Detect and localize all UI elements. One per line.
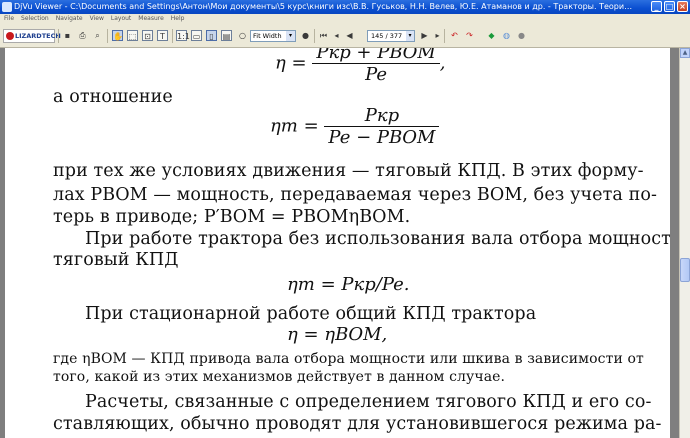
document-page: η = Pкр + PВОМ Pe , а отношение ηт = Pкр… xyxy=(5,48,670,438)
hand-tool-icon[interactable]: ✋ xyxy=(112,30,123,41)
toolbar: LIZARDTECH ▪ ⎙ ⌕ ✋ ⬚ ⊡ T 1:1 ▭ ▯ ▤ ○ Fit… xyxy=(0,24,690,48)
toolbar-separator xyxy=(444,29,445,43)
close-button[interactable]: × xyxy=(677,1,688,12)
menu-layout[interactable]: Layout xyxy=(111,14,131,24)
zoom-in-icon[interactable]: ● xyxy=(300,30,311,41)
zoom-select-icon[interactable]: ⊡ xyxy=(142,30,153,41)
text-line: терь в приводе; P′ВОМ = PВОМηВОМ. xyxy=(53,207,411,227)
toolbar-separator xyxy=(172,29,173,43)
text-line: при тех же условиях движения — тяговый К… xyxy=(53,161,644,181)
text-line: тяговый КПД xyxy=(53,250,179,270)
save-icon[interactable]: ▪ xyxy=(62,30,73,41)
formula-lhs: η = xyxy=(275,52,307,74)
previous-screen-icon[interactable]: ◀ xyxy=(344,30,355,41)
fit-page-icon[interactable]: ▭ xyxy=(191,30,202,41)
formula-total-efficiency: η = Pкр + PВОМ Pe , xyxy=(275,48,446,85)
next-page-icon[interactable]: ▸ xyxy=(432,30,443,41)
formula-traction-efficiency-no-pto: ηт = Pкр/Pe. xyxy=(287,274,410,295)
window-title: DjVu Viewer - C:\Documents and Settings\… xyxy=(14,2,634,11)
formula-stationary-efficiency: η = ηВОМ, xyxy=(287,324,388,345)
lizardtech-logo-icon xyxy=(6,32,14,40)
menu-measure[interactable]: Measure xyxy=(138,14,164,24)
actual-size-icon[interactable]: 1:1 xyxy=(176,30,190,41)
info-icon[interactable]: ◍ xyxy=(501,30,512,41)
maximize-button[interactable]: □ xyxy=(664,1,675,12)
minimize-button[interactable]: _ xyxy=(651,1,662,12)
fraction-denominator: Pe xyxy=(365,64,388,85)
rotate-right-icon[interactable]: ↷ xyxy=(464,30,475,41)
menu-bar: File Selection Navigate View Layout Meas… xyxy=(0,14,690,24)
menu-navigate[interactable]: Navigate xyxy=(56,14,83,24)
formula-traction-efficiency: ηт = Pкр Pe − PВОМ xyxy=(270,105,440,148)
zoom-dropdown[interactable]: Fit Width ▾ xyxy=(250,30,296,42)
djvu-app-icon xyxy=(2,2,12,12)
fit-width-icon[interactable]: ▯ xyxy=(206,30,217,41)
menu-help[interactable]: Help xyxy=(171,14,185,24)
logo-text: LIZARDTECH xyxy=(15,32,61,40)
vertical-scrollbar[interactable]: ▲ xyxy=(679,48,690,438)
text-line: Расчеты, связанные с определением тягово… xyxy=(85,392,652,412)
page-number-field[interactable]: 145 / 377 ▾ xyxy=(367,30,415,42)
select-region-icon[interactable]: ⬚ xyxy=(127,30,138,41)
toolbar-separator xyxy=(58,29,59,43)
continuous-layout-icon[interactable]: ▤ xyxy=(221,30,232,41)
text-line: лах PВОМ — мощность, передаваемая через … xyxy=(53,185,657,205)
page-number-value: 145 / 377 xyxy=(371,32,403,40)
find-icon[interactable]: ⌕ xyxy=(92,30,103,41)
menu-file[interactable]: File xyxy=(4,14,14,24)
help-icon[interactable]: ● xyxy=(516,30,527,41)
scroll-up-icon[interactable]: ▲ xyxy=(680,48,690,58)
fraction: Pкр Pe − PВОМ xyxy=(324,105,440,148)
text-line: того, какой из этих механизмов действует… xyxy=(53,369,506,385)
toolbar-separator xyxy=(107,29,108,43)
text-line: где ηВОМ — КПД привода вала отбора мощно… xyxy=(53,351,644,367)
zoom-value: Fit Width xyxy=(253,32,282,40)
title-bar: DjVu Viewer - C:\Documents and Settings\… xyxy=(0,0,690,14)
chevron-down-icon[interactable]: ▾ xyxy=(406,31,414,41)
text-line: а отношение xyxy=(53,87,173,107)
previous-page-icon[interactable]: ◂ xyxy=(331,30,342,41)
text-line: При работе трактора без использования ва… xyxy=(85,229,670,249)
text-select-icon[interactable]: T xyxy=(157,30,168,41)
formula-tail: , xyxy=(439,52,446,74)
web-link-icon[interactable]: ◆ xyxy=(486,30,497,41)
first-page-icon[interactable]: ⏮ xyxy=(318,30,329,41)
formula-lhs: ηт = xyxy=(270,115,319,137)
menu-selection[interactable]: Selection xyxy=(21,14,49,24)
text-line: При стационарной работе общий КПД тракто… xyxy=(85,304,537,324)
menu-view[interactable]: View xyxy=(90,14,104,24)
fraction-numerator: Pкр + PВОМ xyxy=(312,48,440,64)
fraction: Pкр + PВОМ Pe xyxy=(312,48,440,85)
print-icon[interactable]: ⎙ xyxy=(77,30,88,41)
next-screen-icon[interactable]: ▶ xyxy=(419,30,430,41)
toolbar-separator xyxy=(314,29,315,43)
chevron-down-icon[interactable]: ▾ xyxy=(286,31,295,41)
fraction-numerator: Pкр xyxy=(324,105,440,127)
rotate-left-icon[interactable]: ↶ xyxy=(449,30,460,41)
lizardtech-logo: LIZARDTECH xyxy=(3,29,61,43)
fraction-denominator: Pe − PВОМ xyxy=(328,127,436,148)
zoom-out-icon[interactable]: ○ xyxy=(237,30,248,41)
scrollbar-thumb[interactable] xyxy=(680,258,690,282)
window-controls: _ □ × xyxy=(651,1,688,12)
text-line: ставляющих, обычно проводят для установи… xyxy=(53,414,662,434)
